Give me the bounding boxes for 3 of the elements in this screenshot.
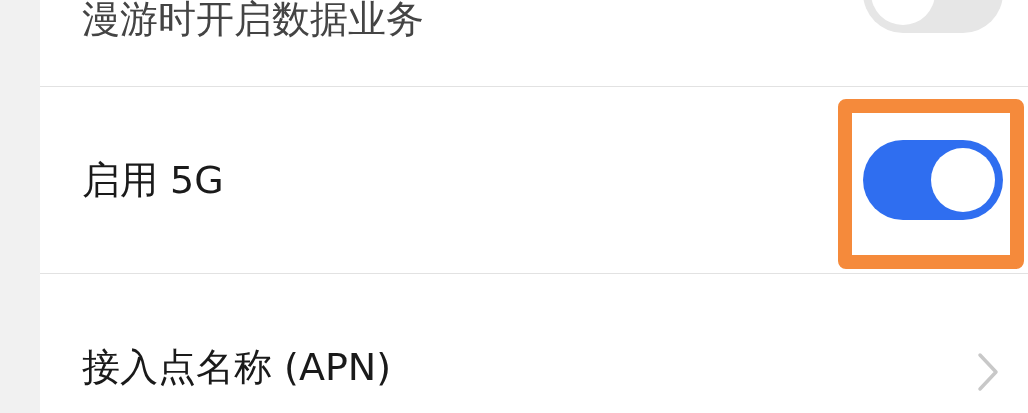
chevron-right-icon — [977, 352, 999, 392]
setting-label: 启用 5G — [82, 156, 224, 204]
setting-label: 接入点名称 (APN) — [82, 343, 392, 391]
